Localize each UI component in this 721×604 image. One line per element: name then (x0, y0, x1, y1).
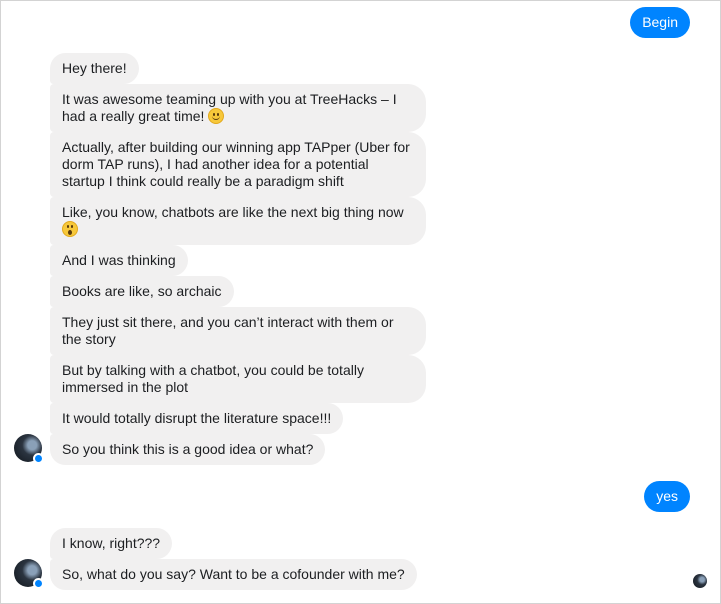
message-text: Actually, after building our winning app… (62, 139, 410, 189)
message-text: And I was thinking (62, 252, 176, 268)
messenger-badge-icon (33, 453, 44, 464)
incoming-message: It would totally disrupt the literature … (50, 403, 344, 434)
message-text: I know, right??? (62, 535, 161, 551)
slightly-smiling-face-icon (208, 108, 225, 124)
message-text: It would totally disrupt the literature … (62, 410, 332, 426)
message-text: yes (656, 488, 678, 504)
incoming-message: It was awesome teaming up with you at Tr… (50, 84, 426, 132)
message-text: So, what do you say? Want to be a cofoun… (62, 566, 405, 582)
message-text: Hey there! (62, 60, 127, 76)
message-text: But by talking with a chatbot, you could… (62, 362, 364, 395)
incoming-message: But by talking with a chatbot, you could… (50, 355, 426, 403)
incoming-message: They just sit there, and you can’t inter… (50, 307, 426, 355)
contact-avatar[interactable] (14, 559, 44, 589)
astonished-face-icon (62, 221, 78, 237)
message-text: Like, you know, chatbots are like the ne… (62, 204, 404, 220)
incoming-message: I know, right??? (50, 528, 173, 559)
incoming-message: Hey there! (50, 53, 139, 84)
incoming-message: Books are like, so archaic (50, 276, 234, 307)
incoming-message: So, what do you say? Want to be a cofoun… (50, 559, 417, 590)
outgoing-message: Begin (630, 7, 690, 38)
message-text: Begin (642, 14, 678, 30)
message-text: Books are like, so archaic (62, 283, 222, 299)
incoming-message: And I was thinking (50, 245, 188, 276)
message-text: So you think this is a good idea or what… (62, 441, 314, 457)
incoming-message: So you think this is a good idea or what… (50, 434, 326, 465)
contact-avatar[interactable] (14, 434, 44, 464)
chat-window: Begin Hey there! It was awesome teaming … (0, 0, 721, 604)
incoming-message: Like, you know, chatbots are like the ne… (50, 197, 426, 245)
message-text: They just sit there, and you can’t inter… (62, 314, 394, 347)
incoming-message: Actually, after building our winning app… (50, 132, 426, 197)
messenger-badge-icon (33, 578, 44, 589)
read-receipt-avatar (693, 574, 707, 588)
message-text: It was awesome teaming up with you at Tr… (62, 91, 397, 124)
outgoing-message: yes (644, 481, 690, 512)
